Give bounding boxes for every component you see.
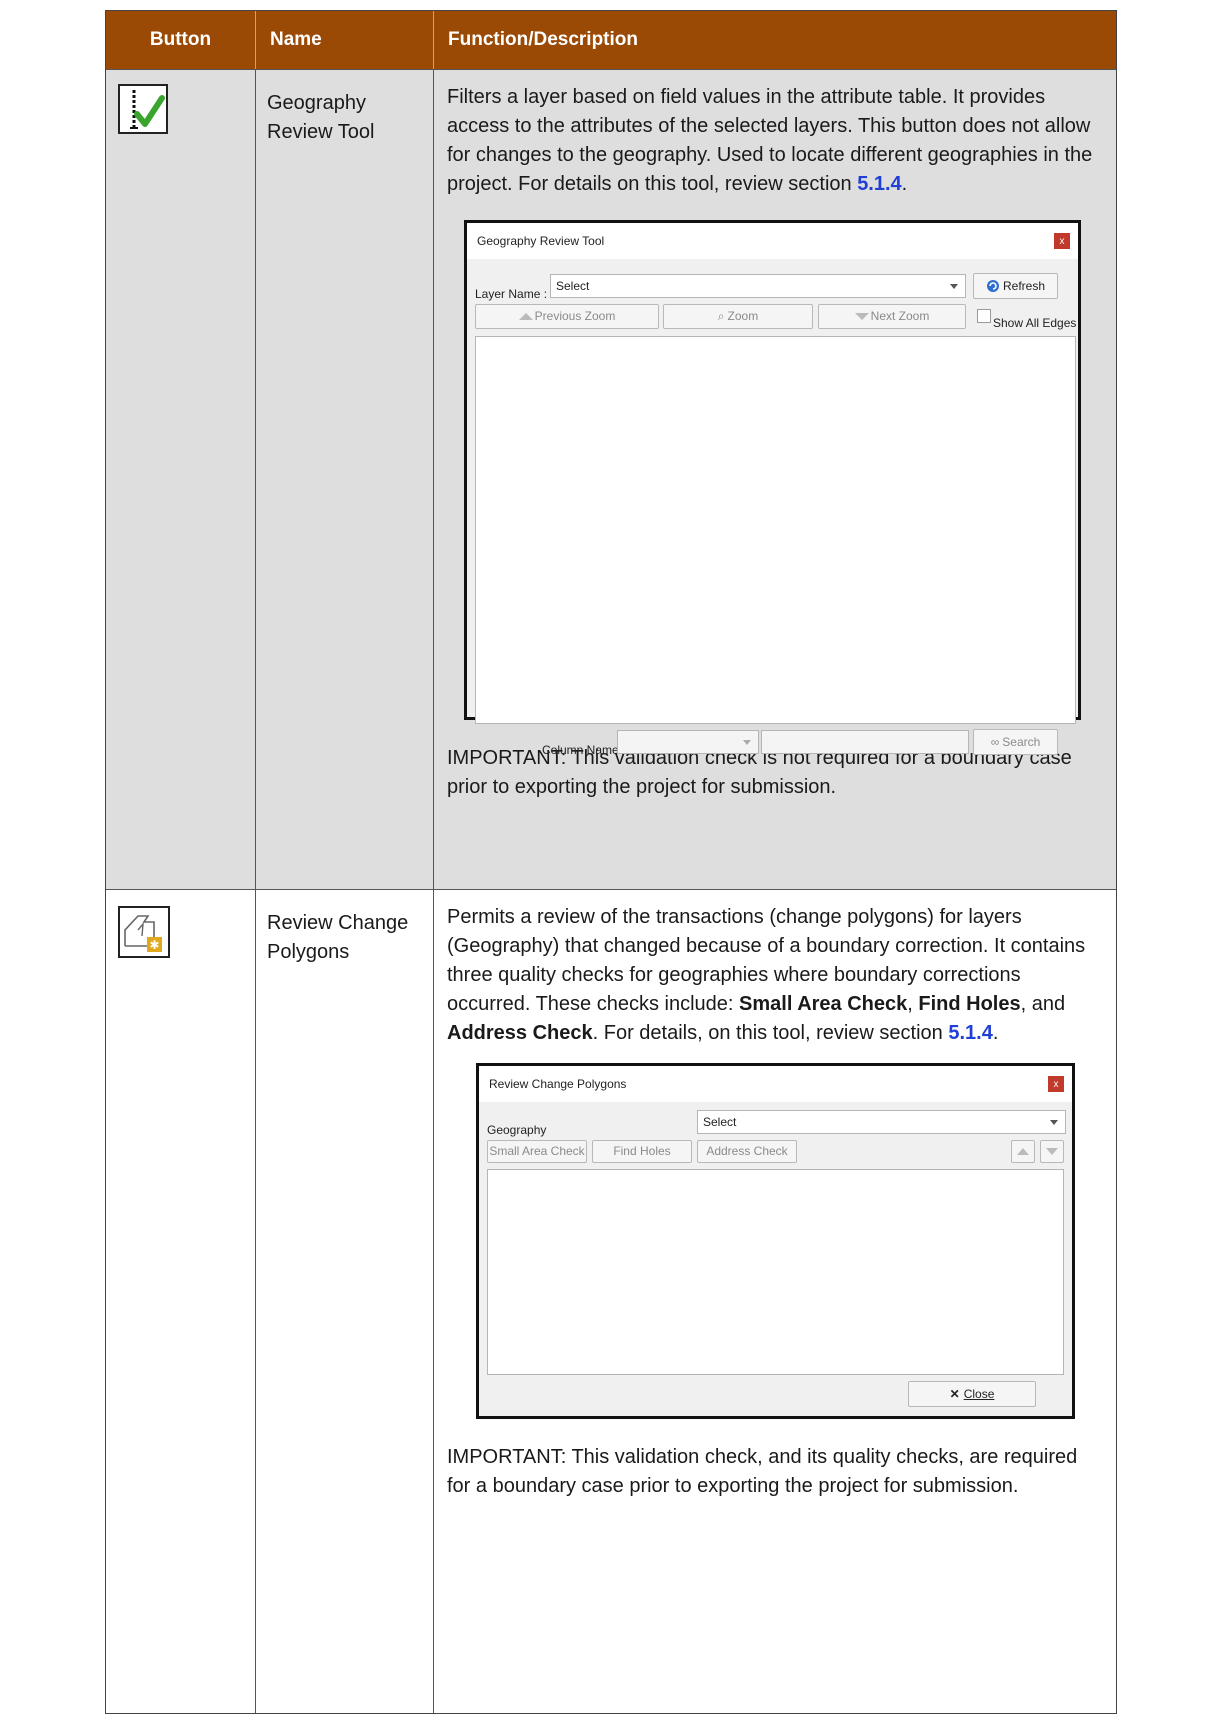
geography-select[interactable]: Select (697, 1110, 1066, 1134)
move-down-button[interactable] (1040, 1140, 1064, 1163)
table-row: ✱ Review Change Polygons Permits a revie… (106, 890, 1116, 1713)
results-panel[interactable] (487, 1169, 1064, 1375)
find-holes-term: Find Holes (918, 993, 1021, 1015)
small-area-check-button[interactable]: Small Area Check (487, 1140, 587, 1163)
important-note: IMPORTANT: This validation check, and it… (447, 1446, 1078, 1497)
arrow-up-icon (518, 313, 533, 320)
layer-select-value: Select (556, 278, 590, 293)
search-label: Search (1002, 734, 1041, 749)
button-reference-table: Button Name Function/Description Geograp… (105, 10, 1117, 1714)
description-text: Filters a layer based on field values in… (447, 86, 1093, 195)
layer-name-select[interactable]: Select (550, 274, 966, 298)
arrow-up-icon (1017, 1148, 1029, 1155)
refresh-label: Refresh (1002, 278, 1046, 293)
chevron-down-icon (1050, 1120, 1058, 1125)
tool-description: Permits a review of the transactions (ch… (434, 890, 1116, 1713)
arrow-down-icon (854, 313, 869, 320)
refresh-button[interactable]: Refresh (973, 273, 1058, 299)
close-icon[interactable]: x (1048, 1076, 1064, 1092)
show-all-edges-label: Show All Edges (993, 316, 1077, 330)
button-cell: ✱ (106, 890, 256, 1713)
results-panel[interactable] (475, 336, 1076, 724)
button-cell (106, 70, 256, 889)
previous-zoom-label: Previous Zoom (534, 309, 616, 323)
magnifier-icon: ⌕ (717, 309, 725, 323)
binoculars-icon: ∞ (990, 734, 1000, 749)
search-button[interactable]: ∞ Search (973, 729, 1058, 755)
previous-zoom-button[interactable]: Previous Zoom (475, 304, 659, 329)
column-name-select[interactable] (617, 730, 759, 754)
next-zoom-label: Next Zoom (870, 309, 930, 323)
arrow-down-icon (1046, 1148, 1058, 1155)
address-check-button[interactable]: Address Check (697, 1140, 797, 1163)
chevron-down-icon (950, 284, 958, 289)
geography-select-value: Select (703, 1114, 737, 1129)
zoom-label: Zoom (727, 309, 759, 323)
description-period: . (901, 173, 908, 195)
address-check-term: Address Check (447, 1022, 593, 1044)
show-all-edges-checkbox[interactable] (977, 309, 991, 323)
dialog-title-bar: Review Change Polygons x (479, 1066, 1072, 1102)
separator: , (907, 993, 919, 1015)
tool-name: Geography Review Tool (256, 70, 434, 889)
svg-text:✱: ✱ (149, 938, 159, 952)
polygon-change-icon[interactable]: ✱ (118, 906, 170, 958)
header-function: Function/Description (448, 29, 638, 50)
section-link[interactable]: 5.1.4 (948, 1022, 992, 1044)
geography-review-dialog: Geography Review Tool x Layer Name : Sel… (464, 220, 1081, 757)
section-link[interactable]: 5.1.4 (857, 173, 901, 195)
dialog-title: Geography Review Tool (477, 233, 605, 248)
table-header-row: Button Name Function/Description (106, 11, 1116, 70)
tool-name: Review Change Polygons (256, 890, 434, 1713)
small-area-check-term: Small Area Check (739, 993, 908, 1015)
close-x-icon: ✕ (949, 1386, 960, 1401)
table-row: Geography Review Tool Filters a layer ba… (106, 70, 1116, 890)
close-label: Close (963, 1386, 995, 1401)
zoom-button[interactable]: ⌕ Zoom (663, 304, 813, 329)
header-name: Name (256, 11, 434, 69)
tool-description: Filters a layer based on field values in… (434, 70, 1116, 889)
chevron-down-icon (743, 740, 751, 745)
close-icon[interactable]: x (1054, 233, 1070, 249)
separator: , and (1020, 993, 1066, 1015)
search-input[interactable] (761, 730, 969, 754)
description-period: . (992, 1022, 999, 1044)
next-zoom-button[interactable]: Next Zoom (818, 304, 966, 329)
dialog-title: Review Change Polygons (489, 1076, 627, 1091)
dialog-title-bar: Geography Review Tool x (467, 223, 1078, 259)
description-text: . For details, on this tool, review sect… (592, 1022, 949, 1044)
checkmark-icon[interactable] (118, 84, 168, 134)
find-holes-button[interactable]: Find Holes (592, 1140, 692, 1163)
review-change-polygons-dialog: Review Change Polygons x Geography Selec… (476, 1063, 1075, 1419)
column-name-label: Column Name : (542, 743, 626, 757)
header-button: Button (106, 11, 256, 69)
move-up-button[interactable] (1011, 1140, 1035, 1163)
close-button[interactable]: ✕ Close (908, 1381, 1036, 1407)
refresh-icon (986, 280, 999, 292)
